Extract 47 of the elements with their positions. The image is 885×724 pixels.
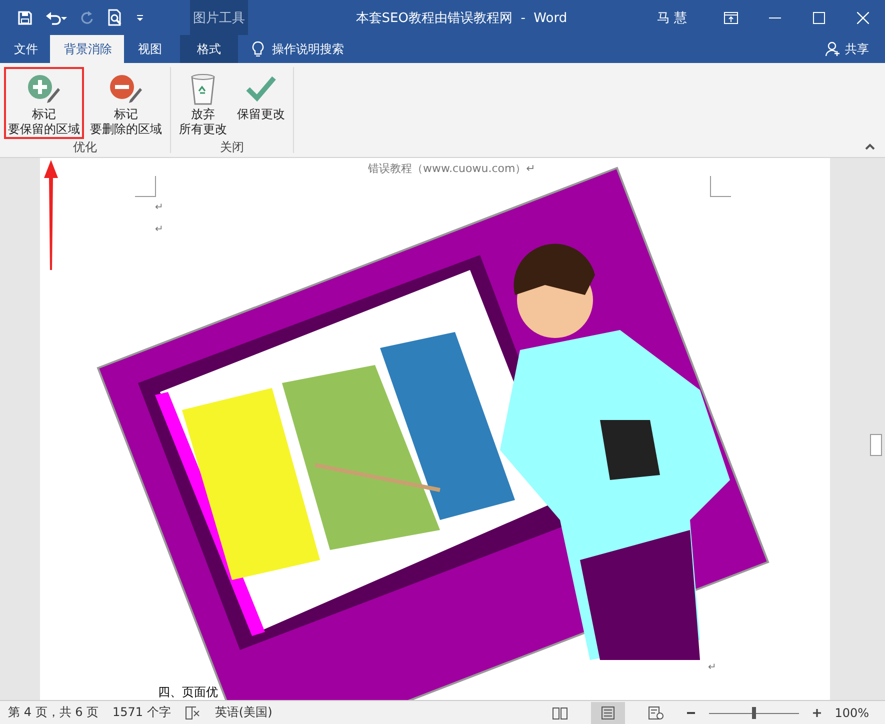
page-count[interactable]: 第 4 页，共 6 页 xyxy=(8,704,99,721)
slider-thumb[interactable] xyxy=(752,706,756,718)
group-label: 关闭 xyxy=(219,139,245,156)
paragraph-mark: ↵ xyxy=(155,224,164,235)
lightbulb-icon xyxy=(252,40,264,58)
share-button[interactable]: 共享 xyxy=(825,35,869,63)
ribbon-button[interactable]: 放弃 所有更改 xyxy=(175,67,231,139)
paragraph-mark: ↵ xyxy=(708,662,716,673)
ribbon-tab[interactable]: 文件 xyxy=(0,35,50,63)
redo-icon xyxy=(79,10,95,26)
user-name: 马 慧 xyxy=(656,10,688,28)
person-icon xyxy=(825,41,841,57)
print-preview-icon xyxy=(107,8,123,26)
save-icon xyxy=(17,10,33,26)
margin-corner-mark xyxy=(710,176,731,197)
ribbon-tab[interactable]: 格式 xyxy=(180,35,238,63)
dropdown-caret-icon xyxy=(135,12,145,22)
ribbon-tab[interactable]: 视图 xyxy=(124,35,174,63)
tell-me-search[interactable]: 操作说明搜索 xyxy=(252,35,344,63)
ribbon-tab[interactable]: 背景消除 xyxy=(50,35,124,63)
word-count[interactable]: 1571 个字 xyxy=(112,704,171,721)
ribbon-button[interactable]: 标记 要保留的区域 xyxy=(4,67,84,139)
body-text: 四、页面优 xyxy=(158,684,218,700)
web-page-icon xyxy=(648,706,664,720)
undo-icon xyxy=(45,10,67,26)
book-icon xyxy=(552,706,568,720)
ribbon-button[interactable]: 保留更改 xyxy=(233,67,289,139)
proofing-icon[interactable] xyxy=(184,706,201,720)
ribbon-display-icon xyxy=(724,12,738,24)
close-icon xyxy=(857,12,869,24)
recycle-bin-icon xyxy=(190,73,216,105)
zoom-slider[interactable] xyxy=(708,706,799,718)
window-title: 本套SEO教程由错误教程网 - Word xyxy=(354,10,568,28)
minus-pencil-icon xyxy=(108,73,144,105)
language[interactable]: 英语(美国) xyxy=(214,704,272,721)
ribbon-button[interactable]: 标记 要删除的区域 xyxy=(86,67,166,139)
zoom-level[interactable]: 100% xyxy=(834,706,869,720)
plus-pencil-icon xyxy=(26,73,62,105)
margin-corner-mark xyxy=(135,176,156,197)
context-tab-group: 图片工具 xyxy=(190,0,248,35)
maximize-icon xyxy=(813,12,825,24)
page-icon xyxy=(600,706,615,720)
paragraph-mark: ↵ xyxy=(155,202,164,213)
zoom-in-button[interactable] xyxy=(812,708,821,716)
page-header: 错误教程（www.cuowu.com）↵ xyxy=(368,161,536,176)
group-label: 优化 xyxy=(72,139,98,156)
print-view-button[interactable] xyxy=(590,702,625,724)
